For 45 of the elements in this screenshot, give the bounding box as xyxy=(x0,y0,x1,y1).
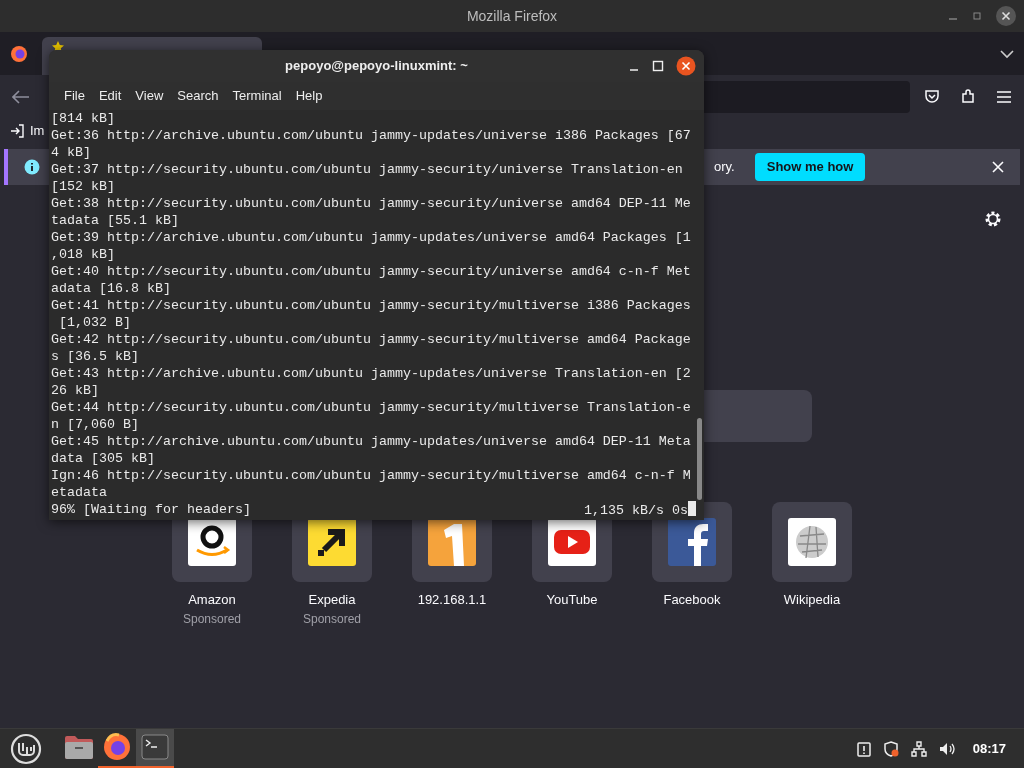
terminal-line: adata [16.8 kB] xyxy=(51,280,172,297)
window-title: Mozilla Firefox xyxy=(466,6,558,26)
terminal-status: 96% [Waiting for headers] xyxy=(51,501,251,519)
terminal-line: 4 kB] xyxy=(51,144,92,161)
terminal-line: Ign:46 http://security.ubuntu.com/ubuntu jammy-security/multiverse amd64 c-n-f M xyxy=(51,467,692,484)
terminal-line: Get:40 http://security.ubuntu.com/ubuntu jammy-security/universe amd64 c-n-f Met xyxy=(51,263,692,280)
menu-item[interactable]: Edit xyxy=(93,84,127,108)
terminal-line: Get:45 http://archive.ubuntu.com/ubuntu jammy-updates/universe amd64 DEP-11 Meta xyxy=(51,433,692,450)
terminal-line: ,018 kB] xyxy=(51,246,116,263)
terminal-line: tadata [55.1 kB] xyxy=(51,212,180,229)
terminal-line: Get:44 http://security.ubuntu.com/ubuntu jammy-security/multiverse Translation-e xyxy=(51,399,692,416)
site-title[interactable]: YouTube xyxy=(546,590,598,610)
terminal-line: s [36.5 kB] xyxy=(51,348,140,365)
terminal-line: [152 kB] xyxy=(51,178,116,195)
menu-item[interactable]: Help xyxy=(290,84,328,108)
terminal-line: Get:43 http://archive.ubuntu.com/ubuntu jammy-updates/universe Translation-en [2 xyxy=(51,365,692,382)
clock[interactable]: 08:17 xyxy=(972,738,1006,759)
terminal-line: Get:42 http://security.ubuntu.com/ubuntu jammy-security/multiverse amd64 Package xyxy=(51,331,692,348)
terminal-line: Get:41 http://security.ubuntu.com/ubuntu jammy-security/multiverse i386 Packages xyxy=(51,297,692,314)
terminal-line: n [7,060 B] xyxy=(51,416,140,433)
terminal-line: 26 kB] xyxy=(51,382,100,399)
show-me-how-button[interactable]: Show me how xyxy=(754,153,866,181)
terminal-line: [1,032 B] xyxy=(58,314,132,331)
menu-item[interactable]: Search xyxy=(172,84,224,108)
terminal-line: data [305 kB] xyxy=(51,450,156,467)
bookmark-label[interactable]: Im xyxy=(30,121,45,141)
menu-item[interactable]: File xyxy=(59,84,90,108)
terminal-line: [814 kB] xyxy=(51,110,116,127)
menu-item[interactable]: Terminal xyxy=(227,84,287,108)
terminal-line: etadata xyxy=(51,484,108,501)
site-title[interactable]: Facebook xyxy=(663,590,721,610)
window-title: pepoyo@pepoyo-linuxmint: ~ xyxy=(285,57,468,76)
site-title[interactable]: Expedia xyxy=(308,590,356,610)
notification-text: ory. xyxy=(714,158,735,177)
terminal-line: Get:36 http://archive.ubuntu.com/ubuntu jammy-updates/universe i386 Packages [67 xyxy=(51,127,692,144)
sponsored-label: Sponsored xyxy=(302,610,361,628)
menu-item[interactable]: View xyxy=(130,84,169,108)
download-speed: 1,135 kB/s 0s xyxy=(584,503,688,518)
sponsored-label: Sponsored xyxy=(182,610,241,628)
terminal-line: Get:39 http://archive.ubuntu.com/ubuntu jammy-updates/universe amd64 Packages [1 xyxy=(51,229,692,246)
site-title[interactable]: 192.168.1.1 xyxy=(417,590,487,610)
site-title[interactable]: Amazon xyxy=(188,590,236,610)
terminal-line: Get:38 http://security.ubuntu.com/ubuntu jammy-security/universe amd64 DEP-11 Me xyxy=(51,195,692,212)
site-title[interactable]: Wikipedia xyxy=(783,590,841,610)
terminal-line: Get:37 http://security.ubuntu.com/ubuntu jammy-security/universe Translation-en xyxy=(51,161,684,178)
